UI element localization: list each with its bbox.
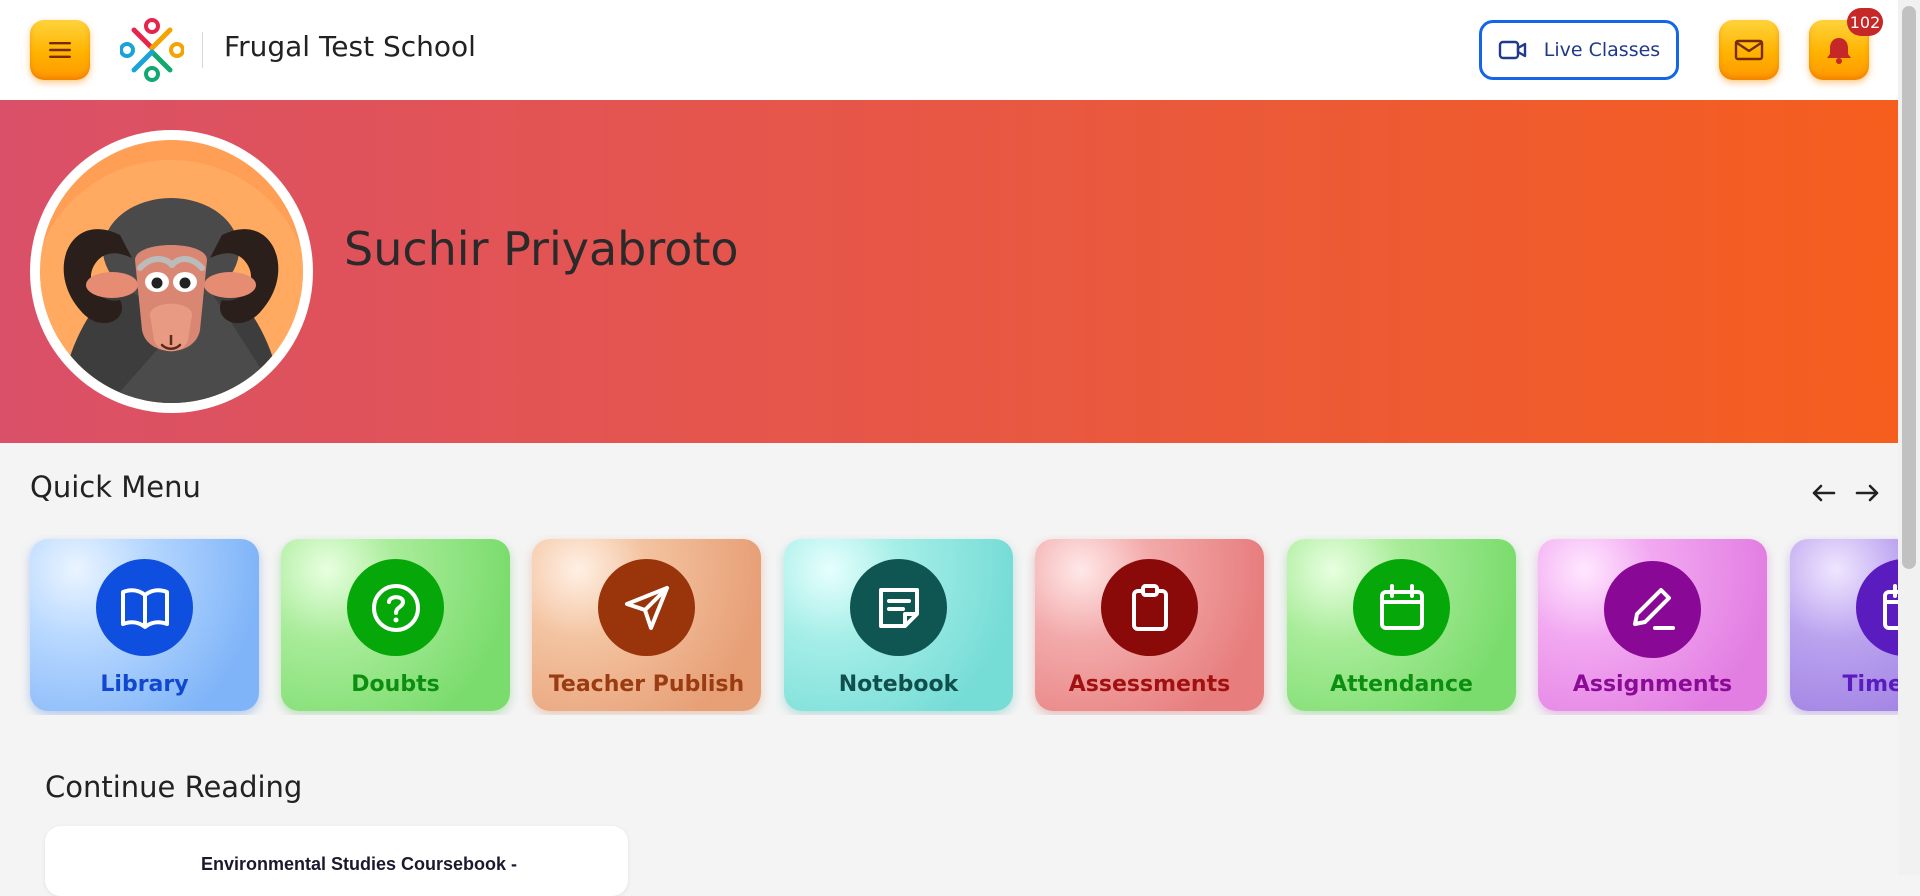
- bell-icon: [1827, 38, 1851, 64]
- paper-plane-icon: [624, 585, 669, 630]
- open-book-icon: [120, 587, 169, 629]
- quick-menu-assessments[interactable]: Assessments: [1035, 539, 1264, 711]
- quick-menu-carousel: Library Doubts Teacher Publish Notebook …: [0, 535, 1898, 715]
- video-camera-icon: [1498, 40, 1526, 60]
- quick-menu-teacher-publish[interactable]: Teacher Publish: [532, 539, 761, 711]
- calendar-icon: [1882, 583, 1898, 630]
- quick-menu-label: Timetable: [1842, 672, 1898, 697]
- quick-menu-label: Notebook: [838, 672, 959, 697]
- school-name: Frugal Test School: [224, 30, 476, 63]
- avatar[interactable]: [30, 130, 313, 413]
- hamburger-menu-icon: [49, 42, 71, 58]
- quick-menu-title: Quick Menu: [30, 470, 201, 504]
- question-circle-icon: [371, 583, 420, 632]
- top-header: Frugal Test School Live Classes 102: [0, 0, 1898, 100]
- arrow-left-icon[interactable]: [1809, 478, 1839, 508]
- live-classes-label: Live Classes: [1543, 39, 1661, 61]
- quick-menu-label: Library: [100, 672, 189, 697]
- hamburger-menu-button[interactable]: [30, 20, 90, 80]
- notification-count-badge: 102: [1847, 8, 1883, 36]
- sticky-note-icon: [878, 587, 919, 628]
- quick-menu-assignments[interactable]: Assignments: [1538, 539, 1767, 711]
- continue-reading-title: Continue Reading: [45, 770, 303, 804]
- quick-menu-label: Teacher Publish: [548, 672, 745, 697]
- arrow-right-icon[interactable]: [1852, 478, 1882, 508]
- quick-menu-label: Doubts: [351, 672, 440, 697]
- ram-avatar: [40, 140, 303, 403]
- pencil-icon: [1632, 587, 1675, 630]
- quick-menu-label: Attendance: [1330, 672, 1473, 697]
- clipboard-icon: [1131, 583, 1168, 631]
- quick-menu-notebook[interactable]: Notebook: [784, 539, 1013, 711]
- profile-banner: Suchir Priyabroto: [0, 100, 1898, 443]
- vertical-scrollbar[interactable]: [1898, 0, 1920, 875]
- quick-menu-label: Assessments: [1068, 672, 1231, 697]
- school-logo[interactable]: [120, 18, 184, 82]
- scrollbar-thumb[interactable]: [1902, 6, 1916, 569]
- messages-button[interactable]: [1719, 20, 1779, 80]
- book-card[interactable]: Environmental Studies Coursebook -: [45, 826, 628, 896]
- book-title: Environmental Studies Coursebook -: [201, 854, 518, 874]
- student-name: Suchir Priyabroto: [344, 222, 739, 276]
- quick-menu-timetable[interactable]: Timetable: [1790, 539, 1898, 711]
- quick-menu-doubts[interactable]: Doubts: [281, 539, 510, 711]
- quick-menu-library[interactable]: Library: [30, 539, 259, 711]
- live-classes-button[interactable]: Live Classes: [1479, 20, 1679, 80]
- logo-divider: [202, 32, 203, 68]
- quick-menu-label: Assignments: [1572, 672, 1733, 697]
- calendar-icon: [1379, 583, 1424, 630]
- quick-menu-attendance[interactable]: Attendance: [1287, 539, 1516, 711]
- mail-icon: [1734, 39, 1764, 61]
